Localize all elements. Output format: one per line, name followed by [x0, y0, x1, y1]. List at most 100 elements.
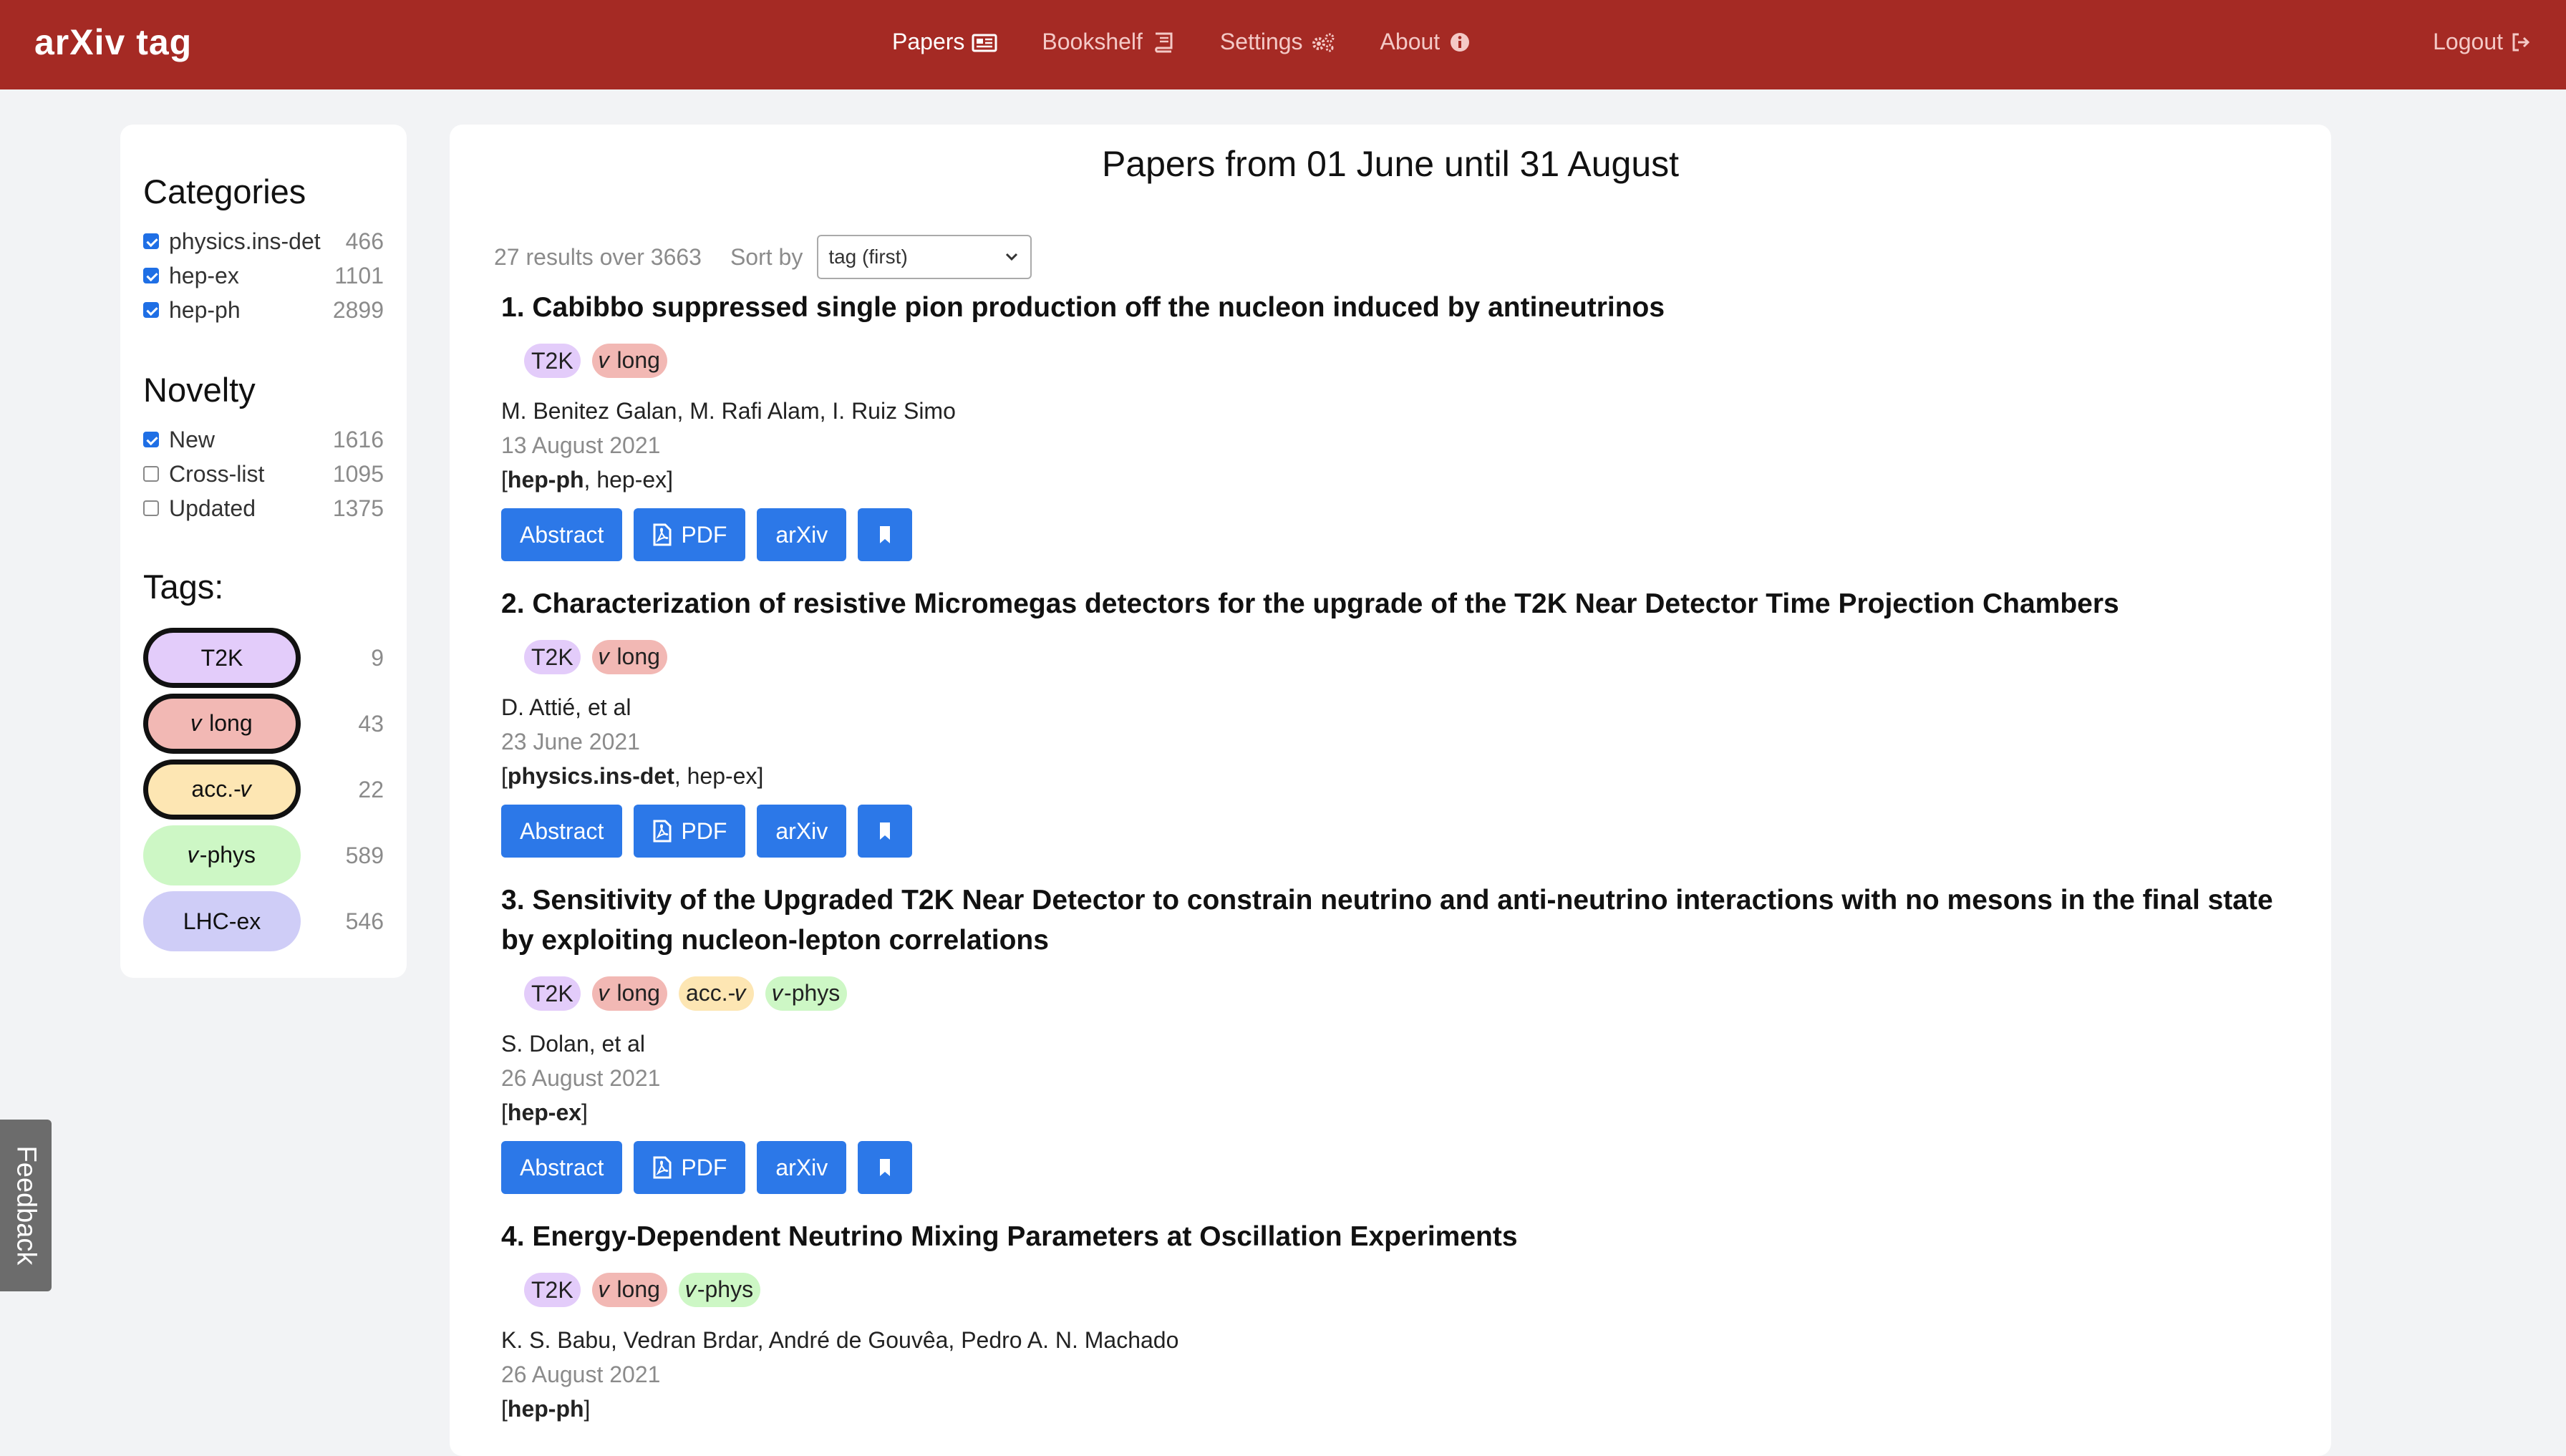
paper-tags: T2K 𝜈 long: [524, 640, 2305, 674]
category-count: 1101: [334, 262, 384, 288]
page-title: Papers from 01 June until 31 August: [1101, 144, 1680, 184]
category-checkbox[interactable]: [143, 302, 159, 318]
paper-tag-badge: 𝜈 long: [591, 640, 667, 674]
tag-filter-button[interactable]: 𝜈-phys: [143, 825, 301, 885]
sort-label: Sort by: [730, 243, 803, 270]
arxiv-button-label: arXiv: [775, 521, 828, 548]
chevron-down-icon: [1006, 253, 1018, 261]
paper-tag-badge: 𝜈 long: [591, 1273, 667, 1307]
logout-link[interactable]: Logout: [2433, 29, 2532, 55]
nav-bookshelf[interactable]: Bookshelf: [1042, 29, 1176, 55]
paper-item: 4. Energy-Dependent Neutrino Mixing Para…: [501, 1217, 2305, 1426]
tag-filter-button[interactable]: acc.-𝜈: [143, 759, 301, 820]
novelty-heading: Novelty: [143, 371, 256, 409]
sort-select[interactable]: tag (first): [817, 235, 1032, 279]
novelty-label: Updated: [169, 495, 256, 521]
tag-filter-row: 𝜈 long 43: [143, 691, 384, 757]
paper-date: 26 August 2021: [501, 1065, 661, 1091]
sort-select-value: tag (first): [828, 246, 908, 268]
novelty-count: 1095: [332, 460, 384, 487]
feedback-label: Feedback: [11, 1145, 42, 1266]
novelty-checkbox[interactable]: [143, 466, 159, 482]
bookmark-icon: [880, 822, 891, 840]
paper-cross-categories: , hep-ex: [674, 763, 757, 789]
tag-count: 9: [371, 644, 384, 671]
paper-title[interactable]: 2. Characterization of resistive Microme…: [501, 584, 2305, 624]
paper-item: 2. Characterization of resistive Microme…: [501, 584, 2305, 858]
abstract-button[interactable]: Abstract: [501, 805, 623, 858]
tags-heading: Tags:: [143, 568, 224, 606]
paper-cross-categories: , hep-ex: [584, 467, 667, 492]
category-checkbox[interactable]: [143, 233, 159, 249]
paper-tags: T2K 𝜈 long 𝜈-phys: [524, 1273, 2305, 1307]
nav-papers-label: Papers: [892, 29, 965, 54]
paper-date: 23 June 2021: [501, 729, 640, 754]
abstract-button-label: Abstract: [520, 521, 604, 548]
paper-title[interactable]: 3. Sensitivity of the Upgraded T2K Near …: [501, 880, 2305, 961]
category-row[interactable]: hep-ex 1101: [143, 258, 384, 293]
paper-categories: [hep-ph]: [501, 1396, 591, 1422]
pdf-button[interactable]: PDF: [634, 1141, 746, 1194]
novelty-row[interactable]: Cross-list 1095: [143, 457, 384, 491]
pdf-button[interactable]: PDF: [634, 805, 746, 858]
abstract-button[interactable]: Abstract: [501, 508, 623, 561]
paper-primary-category: physics.ins-det: [507, 763, 674, 789]
tag-filter-row: T2K 9: [143, 625, 384, 691]
tag-filter-button[interactable]: T2K: [143, 628, 301, 688]
novelty-checkbox[interactable]: [143, 432, 159, 447]
pdf-button-label: PDF: [681, 1154, 727, 1180]
pdf-button-label: PDF: [681, 521, 727, 548]
brand-logo[interactable]: arXiv tag: [34, 21, 192, 63]
paper-actions: Abstract PDF arXiv: [501, 1141, 2305, 1194]
category-row[interactable]: hep-ph 2899: [143, 293, 384, 327]
arxiv-button-label: arXiv: [775, 1154, 828, 1180]
paper-primary-category: hep-ph: [507, 1396, 584, 1422]
tags-list: T2K 9 𝜈 long 43 acc.-𝜈 22 𝜈-phys 589 LHC-ex 546: [143, 625, 384, 954]
paper-tags: T2K 𝜈 long: [524, 344, 2305, 378]
paper-categories: [hep-ex]: [501, 1100, 588, 1125]
results-count: 27 results over 3663: [494, 243, 702, 270]
tag-count: 22: [358, 776, 384, 802]
paper-categories: [hep-ph, hep-ex]: [501, 467, 674, 492]
arxiv-button[interactable]: arXiv: [757, 508, 847, 561]
categories-heading: Categories: [143, 173, 306, 210]
abstract-button-label: Abstract: [520, 817, 604, 844]
papers-panel: Papers from 01 June until 31 August 27 r…: [450, 125, 2331, 1456]
novelty-row[interactable]: New 1616: [143, 422, 384, 457]
tag-filter-button[interactable]: LHC-ex: [143, 891, 301, 951]
arxiv-button[interactable]: arXiv: [757, 1141, 847, 1194]
arxiv-button-label: arXiv: [775, 817, 828, 844]
novelty-row[interactable]: Updated 1375: [143, 491, 384, 525]
abstract-button[interactable]: Abstract: [501, 1141, 623, 1194]
paper-date: 13 August 2021: [501, 432, 661, 458]
nav-settings[interactable]: Settings: [1220, 29, 1336, 55]
category-checkbox[interactable]: [143, 268, 159, 283]
paper-tag-badge: 𝜈-phys: [678, 1273, 761, 1307]
paper-title[interactable]: 4. Energy-Dependent Neutrino Mixing Para…: [501, 1217, 2305, 1257]
pdf-button[interactable]: PDF: [634, 508, 746, 561]
bookmark-button[interactable]: [858, 1141, 913, 1194]
paper-tag-badge: T2K: [524, 976, 581, 1011]
feedback-tab[interactable]: Feedback: [0, 1120, 52, 1291]
novelty-count: 1375: [332, 495, 384, 521]
sign-out-icon: [2512, 33, 2530, 51]
nav-papers[interactable]: Papers: [892, 29, 997, 55]
paper-date: 26 August 2021: [501, 1362, 661, 1387]
novelty-checkbox[interactable]: [143, 500, 159, 516]
top-navbar: arXiv tag Papers Bookshelf Settings Abou…: [0, 0, 2566, 89]
paper-authors: S. Dolan, et al: [501, 1031, 645, 1057]
tag-filter-button[interactable]: 𝜈 long: [143, 694, 301, 754]
nav-about-label: About: [1380, 29, 1441, 54]
bookmark-button[interactable]: [858, 508, 913, 561]
tag-count: 546: [345, 908, 384, 934]
paper-categories: [physics.ins-det, hep-ex]: [501, 763, 764, 789]
arxiv-button[interactable]: arXiv: [757, 805, 847, 858]
paper-item: 1. Cabibbo suppressed single pion produc…: [501, 288, 2305, 561]
paper-tag-badge: 𝜈-phys: [765, 976, 848, 1011]
paper-actions: Abstract PDF arXiv: [501, 508, 2305, 561]
info-circle-icon: [1451, 32, 1470, 52]
category-row[interactable]: physics.ins-det 466: [143, 224, 384, 258]
paper-title[interactable]: 1. Cabibbo suppressed single pion produc…: [501, 288, 2305, 328]
bookmark-button[interactable]: [858, 805, 913, 858]
nav-about[interactable]: About: [1380, 29, 1473, 55]
